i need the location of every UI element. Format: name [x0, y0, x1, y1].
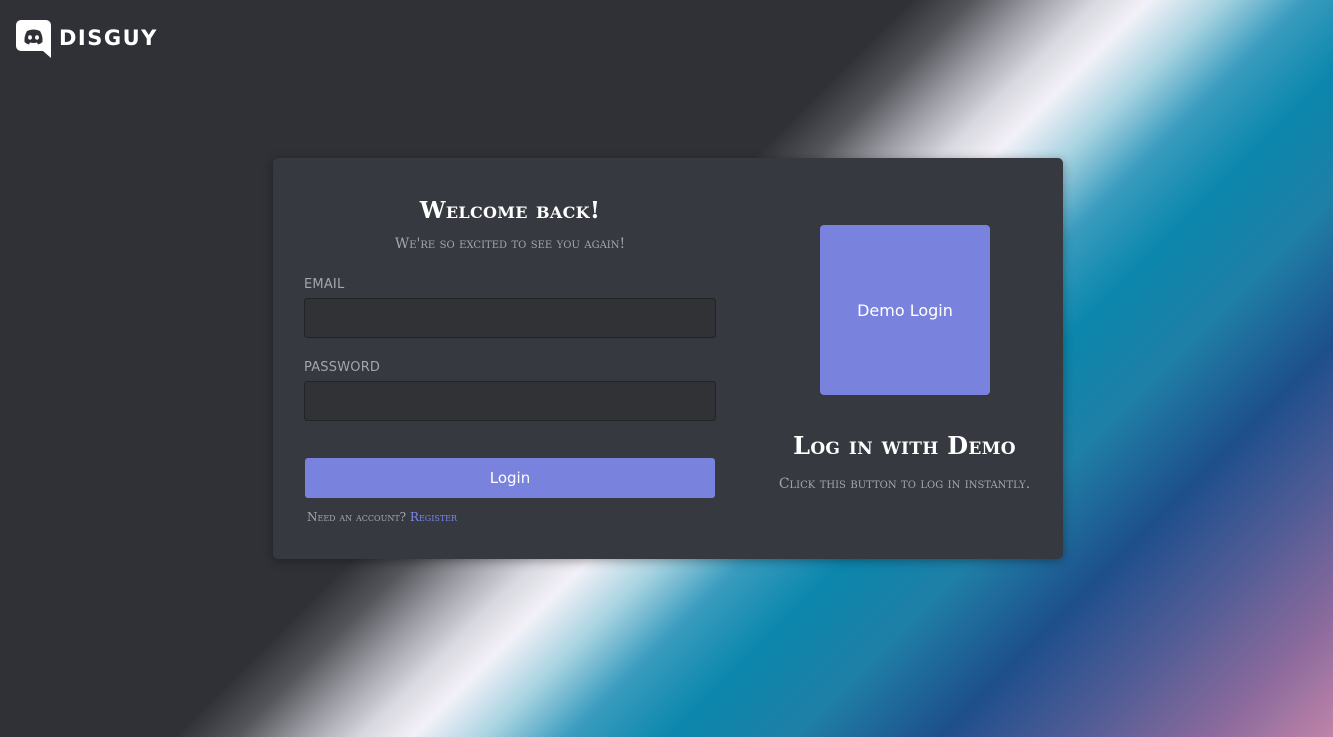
password-label: PASSWORD	[304, 360, 381, 375]
demo-panel: Demo Login Log in with Demo Click this b…	[753, 158, 1056, 559]
register-link[interactable]: Register	[410, 510, 457, 524]
brand-name: DISGUY	[59, 25, 158, 50]
welcome-title: Welcome back!	[419, 197, 601, 224]
login-card: Welcome back! We're so excited to see yo…	[273, 158, 1063, 559]
email-field[interactable]	[304, 298, 716, 338]
discord-logo-icon	[16, 20, 51, 58]
demo-subtitle: Click this button to log in instantly.	[778, 476, 1031, 492]
login-form: Welcome back! We're so excited to see yo…	[304, 158, 716, 559]
register-prompt: Need an account?	[307, 510, 407, 524]
brand-logo[interactable]: DISGUY	[16, 20, 158, 58]
demo-login-button[interactable]: Demo Login	[820, 225, 990, 395]
email-label: EMAIL	[304, 277, 345, 292]
password-field[interactable]	[304, 381, 716, 421]
register-prompt-line: Need an account? Register	[307, 510, 457, 524]
login-button[interactable]: Login	[305, 458, 715, 498]
welcome-subtitle: We're so excited to see you again!	[394, 236, 626, 252]
demo-title: Log in with Demo	[793, 431, 1016, 460]
